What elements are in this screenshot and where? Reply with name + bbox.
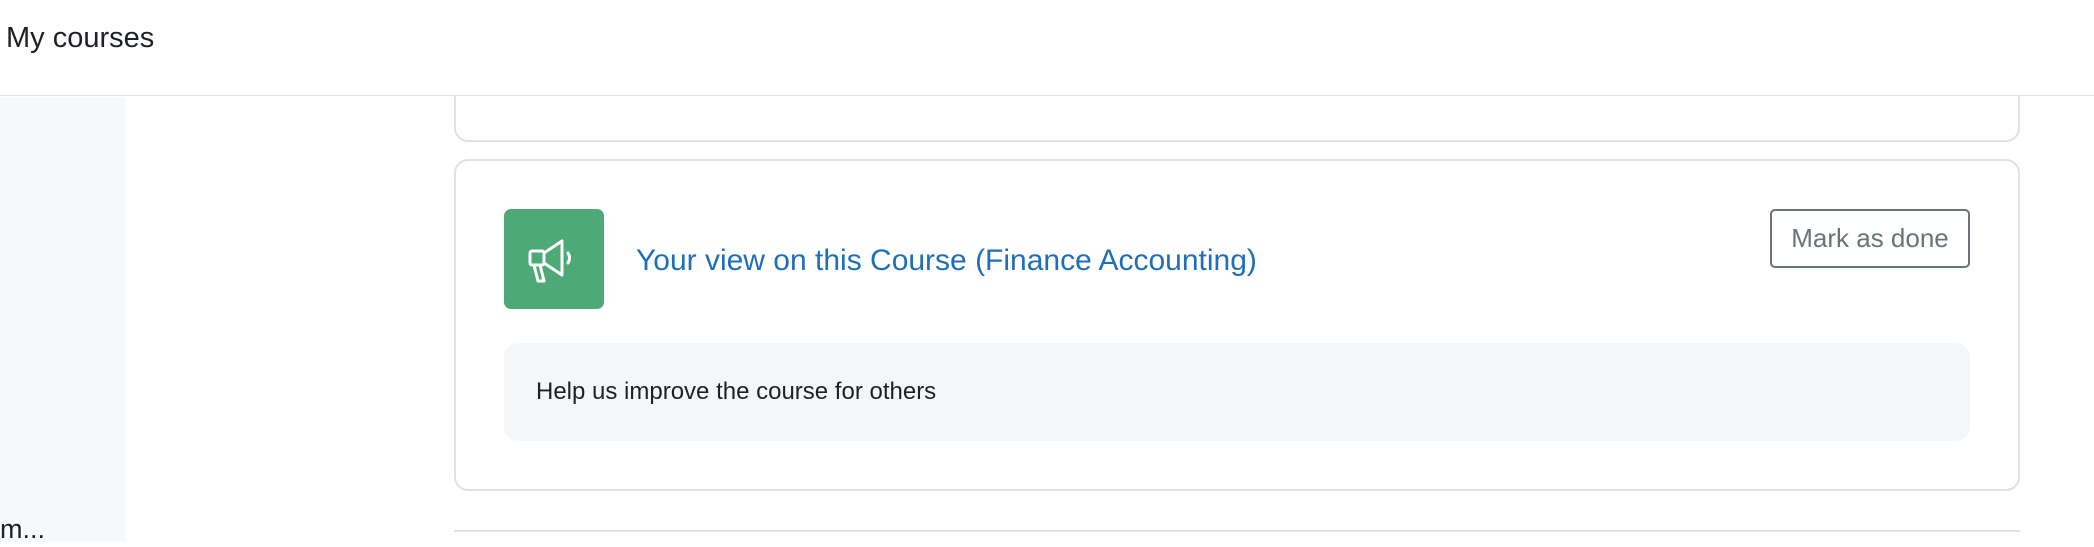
mark-as-done-button[interactable]: Mark as done <box>1770 209 1970 268</box>
activity-card: Your view on this Course (Finance Accoun… <box>454 159 2020 491</box>
activity-description: Help us improve the course for others <box>504 343 1970 441</box>
megaphone-icon <box>504 209 604 309</box>
nav-my-courses[interactable]: My courses <box>6 18 154 58</box>
top-navbar: My courses <box>0 0 2094 96</box>
section-divider <box>454 530 2020 532</box>
activity-description-text: Help us improve the course for others <box>536 378 937 405</box>
course-index-drawer: m... <box>0 97 126 544</box>
activity-title-link[interactable]: Your view on this Course (Finance Accoun… <box>636 241 1257 281</box>
